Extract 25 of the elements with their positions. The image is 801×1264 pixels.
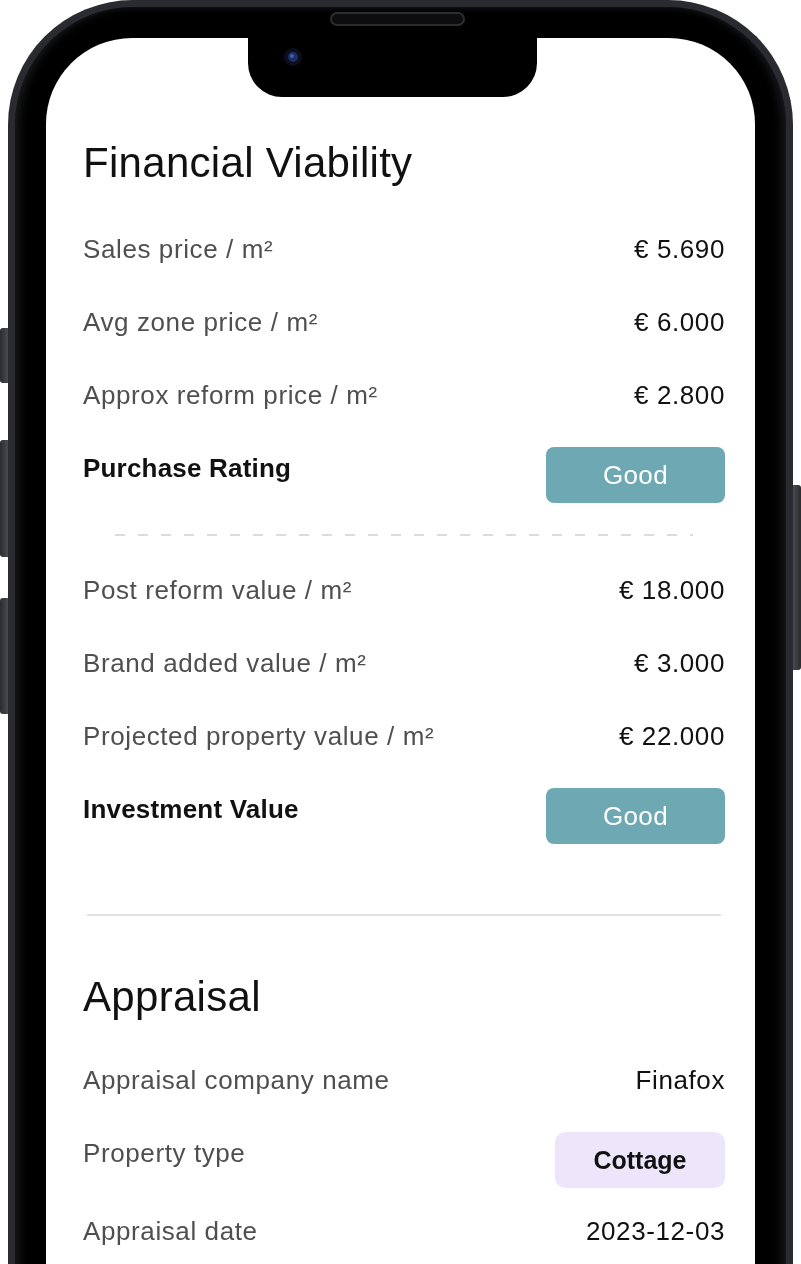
rating-badge: Good bbox=[546, 447, 725, 503]
row-label: Appraisal date bbox=[83, 1215, 258, 1248]
row-value: € 6.000 bbox=[634, 306, 725, 339]
section-title: Appraisal bbox=[83, 973, 262, 1021]
row-label: Post reform value / m² bbox=[83, 574, 352, 607]
row-label: Property type bbox=[83, 1137, 246, 1170]
row-value: € 22.000 bbox=[619, 720, 725, 753]
row-label: Projected property value / m² bbox=[83, 720, 435, 753]
row-value: Finafox bbox=[635, 1064, 725, 1097]
row-label: Brand added value / m² bbox=[83, 647, 367, 680]
row-value: 2023-12-03 bbox=[586, 1215, 725, 1248]
row-label: Approx reform price / m² bbox=[83, 379, 378, 412]
property-type-tag: Cottage bbox=[555, 1132, 725, 1188]
section-title: Financial Viability bbox=[83, 139, 414, 187]
rating-label: Investment Value bbox=[83, 793, 299, 826]
row-value: € 3.000 bbox=[634, 647, 725, 680]
row-label: Appraisal company name bbox=[83, 1064, 390, 1097]
rating-badge: Good bbox=[546, 788, 725, 844]
camera-icon bbox=[284, 48, 302, 66]
row-label: Avg zone price / m² bbox=[83, 306, 318, 339]
row-value: € 18.000 bbox=[619, 574, 725, 607]
row-value: € 2.800 bbox=[634, 379, 725, 412]
row-value: € 5.690 bbox=[634, 233, 725, 266]
row-label: Sales price / m² bbox=[83, 233, 274, 266]
rating-label: Purchase Rating bbox=[83, 452, 292, 485]
